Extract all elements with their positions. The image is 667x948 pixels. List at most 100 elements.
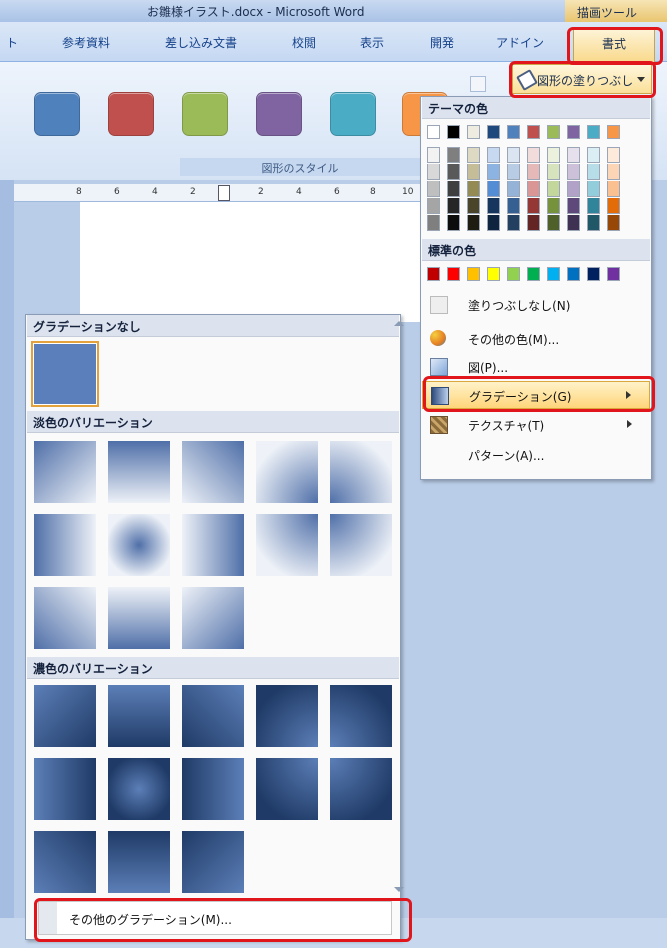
- scroll-up-icon[interactable]: [394, 321, 404, 326]
- theme-color-cell[interactable]: [467, 125, 480, 139]
- shape-style-3[interactable]: [182, 92, 228, 136]
- theme-shade-cell[interactable]: [487, 198, 500, 214]
- theme-shade-cell[interactable]: [487, 147, 500, 163]
- horizontal-ruler[interactable]: 8 6 4 2 2 4 6 8 10: [12, 184, 432, 202]
- dark-gradient-tile[interactable]: [108, 685, 170, 747]
- light-gradient-tile[interactable]: [108, 587, 170, 649]
- gallery-scrollbar[interactable]: [394, 315, 404, 939]
- light-gradient-tile[interactable]: [34, 587, 96, 649]
- tab-format[interactable]: 書式: [573, 28, 655, 62]
- theme-shade-cell[interactable]: [527, 198, 540, 214]
- no-gradient-tile[interactable]: [31, 341, 99, 407]
- shape-style-5[interactable]: [330, 92, 376, 136]
- standard-color-cell[interactable]: [507, 267, 520, 281]
- dark-gradient-tile[interactable]: [182, 758, 244, 820]
- theme-shade-cell[interactable]: [507, 198, 520, 214]
- dark-gradient-tile[interactable]: [34, 758, 96, 820]
- theme-shade-cell[interactable]: [427, 198, 440, 214]
- theme-shade-cell[interactable]: [587, 147, 600, 163]
- texture-item[interactable]: テクスチャ(T): [422, 411, 650, 437]
- picture-item[interactable]: 図(P)...: [422, 353, 650, 379]
- theme-shade-cell[interactable]: [547, 215, 560, 231]
- dark-gradient-tile[interactable]: [256, 758, 318, 820]
- theme-shade-cell[interactable]: [607, 215, 620, 231]
- theme-color-cell[interactable]: [607, 125, 620, 139]
- tab-references[interactable]: 参考資料: [62, 34, 110, 51]
- theme-shade-cell[interactable]: [527, 164, 540, 180]
- theme-shade-cell[interactable]: [587, 215, 600, 231]
- theme-shade-cell[interactable]: [487, 164, 500, 180]
- tab-mailings[interactable]: 差し込み文書: [165, 34, 237, 51]
- theme-shade-cell[interactable]: [487, 215, 500, 231]
- theme-color-cell[interactable]: [547, 125, 560, 139]
- pattern-item[interactable]: パターン(A)...: [422, 441, 650, 467]
- theme-shade-cell[interactable]: [507, 147, 520, 163]
- shape-fill-button[interactable]: 図形の塗りつぶし: [512, 64, 652, 94]
- theme-shade-cell[interactable]: [607, 198, 620, 214]
- light-gradient-tile[interactable]: [330, 441, 392, 503]
- dark-gradient-tile[interactable]: [182, 685, 244, 747]
- standard-color-cell[interactable]: [447, 267, 460, 281]
- theme-shade-cell[interactable]: [587, 198, 600, 214]
- theme-shade-cell[interactable]: [547, 181, 560, 197]
- tab-view[interactable]: 表示: [360, 34, 384, 51]
- dark-gradient-tile[interactable]: [330, 758, 392, 820]
- no-fill-item[interactable]: 塗りつぶしなし(N): [422, 291, 650, 317]
- tab-developer[interactable]: 開発: [430, 34, 454, 51]
- tab-review[interactable]: 校閲: [292, 34, 316, 51]
- scroll-down-icon[interactable]: [394, 887, 404, 892]
- indent-marker-icon[interactable]: [218, 185, 230, 201]
- standard-color-cell[interactable]: [567, 267, 580, 281]
- theme-color-cell[interactable]: [427, 125, 440, 139]
- dark-gradient-tile[interactable]: [108, 758, 170, 820]
- more-colors-item[interactable]: その他の色(M)...: [422, 325, 650, 351]
- theme-shade-cell[interactable]: [567, 181, 580, 197]
- theme-shade-cell[interactable]: [467, 164, 480, 180]
- light-gradient-tile[interactable]: [108, 514, 170, 576]
- theme-shade-cell[interactable]: [607, 164, 620, 180]
- gradient-item[interactable]: グラデーション(G): [422, 381, 650, 409]
- light-gradient-tile[interactable]: [34, 514, 96, 576]
- theme-color-cell[interactable]: [447, 125, 460, 139]
- theme-shade-cell[interactable]: [447, 181, 460, 197]
- theme-shade-cell[interactable]: [567, 147, 580, 163]
- standard-color-cell[interactable]: [427, 267, 440, 281]
- light-gradient-tile[interactable]: [108, 441, 170, 503]
- dark-gradient-tile[interactable]: [330, 685, 392, 747]
- theme-shade-cell[interactable]: [547, 164, 560, 180]
- theme-shade-cell[interactable]: [607, 147, 620, 163]
- more-gradients-item[interactable]: その他のグラデーション(M)...: [38, 901, 392, 935]
- theme-shade-cell[interactable]: [507, 181, 520, 197]
- standard-color-cell[interactable]: [527, 267, 540, 281]
- theme-shade-cell[interactable]: [607, 181, 620, 197]
- theme-shade-cell[interactable]: [427, 215, 440, 231]
- theme-shade-cell[interactable]: [527, 181, 540, 197]
- light-gradient-tile[interactable]: [182, 441, 244, 503]
- light-gradient-tile[interactable]: [182, 587, 244, 649]
- dark-gradient-tile[interactable]: [256, 685, 318, 747]
- dark-gradient-tile[interactable]: [34, 685, 96, 747]
- theme-shade-cell[interactable]: [587, 164, 600, 180]
- standard-color-cell[interactable]: [467, 267, 480, 281]
- theme-shade-cell[interactable]: [507, 164, 520, 180]
- theme-shade-cell[interactable]: [447, 164, 460, 180]
- light-gradient-tile[interactable]: [256, 514, 318, 576]
- theme-shade-cell[interactable]: [427, 164, 440, 180]
- theme-shade-cell[interactable]: [427, 181, 440, 197]
- standard-color-cell[interactable]: [487, 267, 500, 281]
- theme-shade-cell[interactable]: [467, 198, 480, 214]
- shape-style-2[interactable]: [108, 92, 154, 136]
- theme-color-cell[interactable]: [487, 125, 500, 139]
- theme-shade-cell[interactable]: [567, 198, 580, 214]
- document-page[interactable]: [80, 202, 420, 322]
- theme-shade-cell[interactable]: [447, 198, 460, 214]
- tab-addins[interactable]: アドイン: [496, 34, 544, 51]
- light-gradient-tile[interactable]: [182, 514, 244, 576]
- theme-color-cell[interactable]: [587, 125, 600, 139]
- theme-shade-cell[interactable]: [587, 181, 600, 197]
- theme-shade-cell[interactable]: [467, 181, 480, 197]
- theme-shade-cell[interactable]: [447, 215, 460, 231]
- scroll-styles-button[interactable]: [470, 76, 486, 92]
- shape-style-4[interactable]: [256, 92, 302, 136]
- theme-shade-cell[interactable]: [487, 181, 500, 197]
